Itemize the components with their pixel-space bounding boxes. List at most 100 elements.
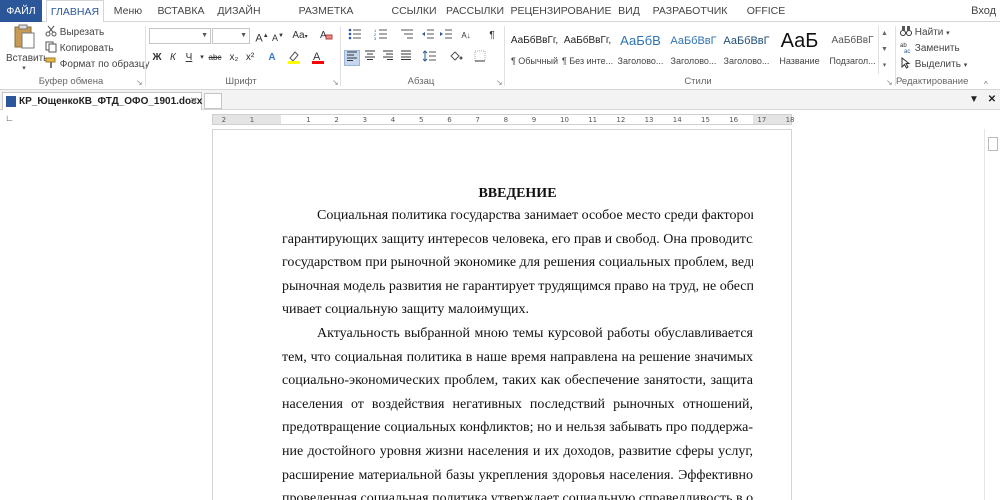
tab-page-layout[interactable]: РАЗМЕТКА СТРАНИЦЫ [268,0,384,39]
horizontal-ruler[interactable]: 2 1 1 2 3 4 5 6 7 8 9 10 11 12 13 14 15 16 17 18 [212,114,795,125]
text-line: рыночная модель развития не гарантирует … [282,278,753,294]
new-tab-button[interactable] [204,93,222,109]
highlight-button[interactable] [284,50,304,66]
tab-home[interactable]: ГЛАВНАЯ [46,0,104,23]
style-heading-2[interactable]: АаБбВвГ Заголово... [667,26,720,74]
tab-developer[interactable]: РАЗРАБОТЧИК [650,0,730,22]
italic-button[interactable]: К [165,50,181,66]
document-tab[interactable]: КР_ЮщенкоКВ_ФТД_ОФО_1901.docx ✕ [2,92,202,110]
ruler-tick-label: 7 [475,116,480,124]
copy-button[interactable]: Копировать [45,41,114,56]
decrease-indent-button[interactable] [420,28,436,44]
clear-formatting-button[interactable]: A [318,28,334,44]
shading-button[interactable] [446,50,466,66]
style-normal[interactable]: АаБбВвГг, ¶ Обычный [508,26,561,74]
multilevel-list-button[interactable] [396,28,418,44]
tab-review[interactable]: РЕЦЕНЗИРОВАНИЕ [510,0,612,22]
styles-gallery-scroll[interactable]: ▲ ▼ ▾ [878,26,890,74]
close-document-icon[interactable]: ✕ [984,92,1000,108]
bullet-list-icon [348,28,362,43]
style-subtitle[interactable]: АаБбВвГ Подзагол... [826,26,879,74]
style-heading-1[interactable]: АаБбВ Заголово... [614,26,667,74]
style-no-spacing[interactable]: АаБбВвГг, ¶ Без инте... [561,26,614,74]
collapse-ribbon-icon[interactable]: ^ [984,80,988,89]
tab-list-dropdown-icon[interactable]: ▼ [966,92,982,108]
numbered-list-icon: 123 [374,28,388,43]
clipboard-launcher-icon[interactable]: ↘ [136,78,143,87]
font-size-combo[interactable]: ▼ [212,28,250,44]
chevron-down-icon: ▾ [22,65,26,72]
tab-office-tab[interactable]: OFFICE TAB [736,0,796,39]
tab-menu[interactable]: Меню [108,0,148,22]
format-painter-button[interactable]: Формат по образцу [45,57,149,72]
line-spacing-button[interactable] [420,50,440,66]
svg-text:ac: ac [904,49,910,53]
tab-file[interactable]: ФАЙЛ [0,0,42,22]
tab-mailings[interactable]: РАССЫЛКИ [444,0,506,22]
shrink-font-button[interactable]: A▼ [270,28,286,44]
line-spacing-icon [422,50,437,65]
select-label: Выделить [914,59,961,71]
sign-in-link[interactable]: Вход [971,0,996,22]
bold-button[interactable]: Ж [149,50,165,66]
text-line: проведенная социальная политика утвержда… [282,491,753,500]
outdent-icon [422,29,434,43]
chevron-down-icon: ▼ [240,32,247,39]
borders-button[interactable] [470,50,490,66]
paste-label: Вставить [6,53,49,64]
cut-label: Вырезать [59,27,105,39]
paragraph-group-label: Абзац [407,76,435,87]
numbering-button[interactable]: 123 [370,28,392,44]
tab-selector-icon[interactable]: ∟ [5,113,16,124]
style-title[interactable]: АаБ Название [773,26,826,74]
align-right-button[interactable] [380,50,396,66]
document-body[interactable]: ВВЕДЕНИЕ Социальная политика государства… [282,183,753,500]
paintbrush-icon [45,57,57,72]
superscript-button[interactable]: x² [242,50,258,66]
tab-insert[interactable]: ВСТАВКА [152,0,210,22]
font-color-button[interactable]: A [308,50,328,66]
align-left-button[interactable] [344,50,360,66]
text-effects-button[interactable]: A [264,50,280,66]
show-formatting-button[interactable]: ¶ [484,28,500,44]
strikethrough-button[interactable]: abc [206,50,224,66]
paragraph-launcher-icon[interactable]: ↘ [496,78,503,87]
grow-font-button[interactable]: A▲ [254,28,270,45]
subscript-button[interactable]: x₂ [226,50,242,66]
tab-design[interactable]: ДИЗАЙН [214,0,264,22]
style-sample: АаБ [780,30,819,52]
svg-text:3: 3 [374,36,377,40]
font-launcher-icon[interactable]: ↘ [332,78,339,87]
align-center-button[interactable] [362,50,378,66]
tab-view[interactable]: ВИД [614,0,644,22]
ruler-tick-label: 17 [757,116,767,124]
style-sample: АаБбВ [620,33,661,48]
sort-button[interactable]: A↓ [458,28,474,44]
style-sample: АаБбВвГ [831,35,874,46]
format-painter-label: Формат по образцу [59,59,150,71]
find-button[interactable]: Найти ▾ [900,25,950,40]
vertical-scrollbar[interactable] [984,129,1000,500]
increase-indent-button[interactable] [438,28,454,44]
change-case-button[interactable]: Aa▾ [289,28,311,44]
replace-button[interactable]: ab ac Заменить [900,41,960,56]
tab-references[interactable]: ССЫЛКИ [388,0,440,22]
paste-button[interactable]: Вставить ▾ [6,24,49,72]
scrollbar-thumb[interactable] [988,137,998,151]
chevron-up-icon[interactable]: ▲ [879,26,890,42]
font-name-combo[interactable]: ▼ [149,28,211,44]
style-sample: АаБбВвГг, [510,35,559,46]
text-line: расширение материальной базы укрепления … [282,467,753,483]
ruler-tick-label: 5 [419,116,424,124]
style-name: Название [779,56,820,66]
cut-button[interactable]: Вырезать [45,25,104,40]
chevron-down-icon[interactable]: ▼ [879,42,890,58]
style-name: ¶ Без инте... [561,56,614,66]
select-button[interactable]: Выделить ▾ [900,56,967,72]
justify-button[interactable] [398,50,414,66]
style-heading-3[interactable]: АаБбВвГ Заголово... [720,26,773,74]
expand-gallery-icon[interactable]: ▾ [879,58,890,74]
styles-launcher-icon[interactable]: ↘ [886,78,893,87]
bullets-button[interactable] [344,28,366,44]
close-icon[interactable]: ✕ [190,93,198,110]
